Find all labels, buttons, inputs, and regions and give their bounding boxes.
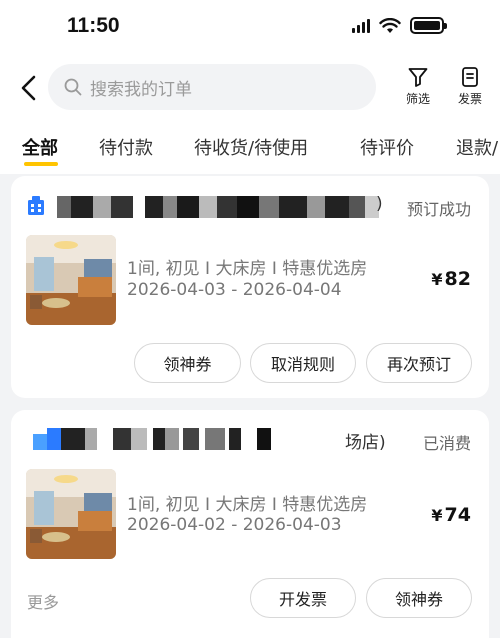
currency-symbol: ¥ xyxy=(431,506,443,525)
invoice-button[interactable]: 发票 xyxy=(450,66,490,107)
hotel-name-tail: 场店) xyxy=(345,433,386,453)
invoice-icon xyxy=(462,67,478,87)
search-icon xyxy=(64,78,82,96)
back-arrow-icon[interactable] xyxy=(18,74,40,102)
redacted-hotel-name xyxy=(33,428,273,450)
price-value: 82 xyxy=(444,268,471,290)
system-icons xyxy=(352,17,447,34)
tab-pending-review[interactable]: 待评价 xyxy=(360,134,414,160)
room-thumbnail xyxy=(26,235,116,325)
room-description: 1间, 初见 I 大床房 I 特惠优选房 xyxy=(127,259,368,279)
coupon-button[interactable]: 领神券 xyxy=(134,343,241,383)
price-value: 74 xyxy=(444,504,471,526)
order-price: ¥82 xyxy=(431,268,471,290)
signal-icon xyxy=(352,18,370,33)
rebook-button[interactable]: 再次预订 xyxy=(366,343,472,383)
invoice-label: 发票 xyxy=(457,92,482,106)
room-thumbnail xyxy=(26,469,116,559)
order-status: 预订成功 xyxy=(406,200,471,219)
order-tabs: 全部 待付款 待收货/待使用 待评价 退款/ xyxy=(0,124,500,174)
search-input[interactable]: 搜索我的订单 xyxy=(48,64,376,110)
tab-all[interactable]: 全部 xyxy=(22,134,58,160)
order-card[interactable]: ) 预订成功 1间, 初见 I 大床房 I 特惠优选房 2026-04-03 -… xyxy=(11,176,489,398)
filter-label: 筛选 xyxy=(405,92,430,106)
search-placeholder: 搜索我的订单 xyxy=(90,79,192,100)
hotel-icon xyxy=(28,196,44,215)
order-price: ¥74 xyxy=(431,504,471,526)
cancel-policy-button[interactable]: 取消规则 xyxy=(250,343,356,383)
battery-icon xyxy=(410,17,447,34)
more-link[interactable]: 更多 xyxy=(27,589,59,613)
filter-icon xyxy=(408,68,428,87)
stay-dates: 2026-04-02 - 2026-04-03 xyxy=(127,515,342,535)
header: 搜索我的订单 筛选 发票 xyxy=(0,56,500,124)
order-card[interactable]: 场店) 已消费 1间, 初见 I 大床房 I 特惠优选房 2026-04-02 … xyxy=(11,410,489,638)
tab-refund[interactable]: 退款/ xyxy=(456,134,498,160)
wifi-icon xyxy=(379,17,401,33)
coupon-button[interactable]: 领神券 xyxy=(366,578,472,618)
issue-invoice-button[interactable]: 开发票 xyxy=(250,578,356,618)
stay-dates: 2026-04-03 - 2026-04-04 xyxy=(127,280,342,300)
status-time: 11:50 xyxy=(67,14,120,37)
active-tab-indicator xyxy=(24,162,58,166)
hotel-name-tail: ) xyxy=(376,194,383,214)
status-bar: 11:50 xyxy=(0,0,500,56)
tab-pending-use[interactable]: 待收货/待使用 xyxy=(194,134,308,160)
filter-button[interactable]: 筛选 xyxy=(398,66,438,107)
currency-symbol: ¥ xyxy=(431,270,443,289)
tab-pending-payment[interactable]: 待付款 xyxy=(99,134,153,160)
redacted-hotel-name xyxy=(57,196,387,218)
order-status: 已消费 xyxy=(422,434,471,453)
room-description: 1间, 初见 I 大床房 I 特惠优选房 xyxy=(127,495,368,515)
